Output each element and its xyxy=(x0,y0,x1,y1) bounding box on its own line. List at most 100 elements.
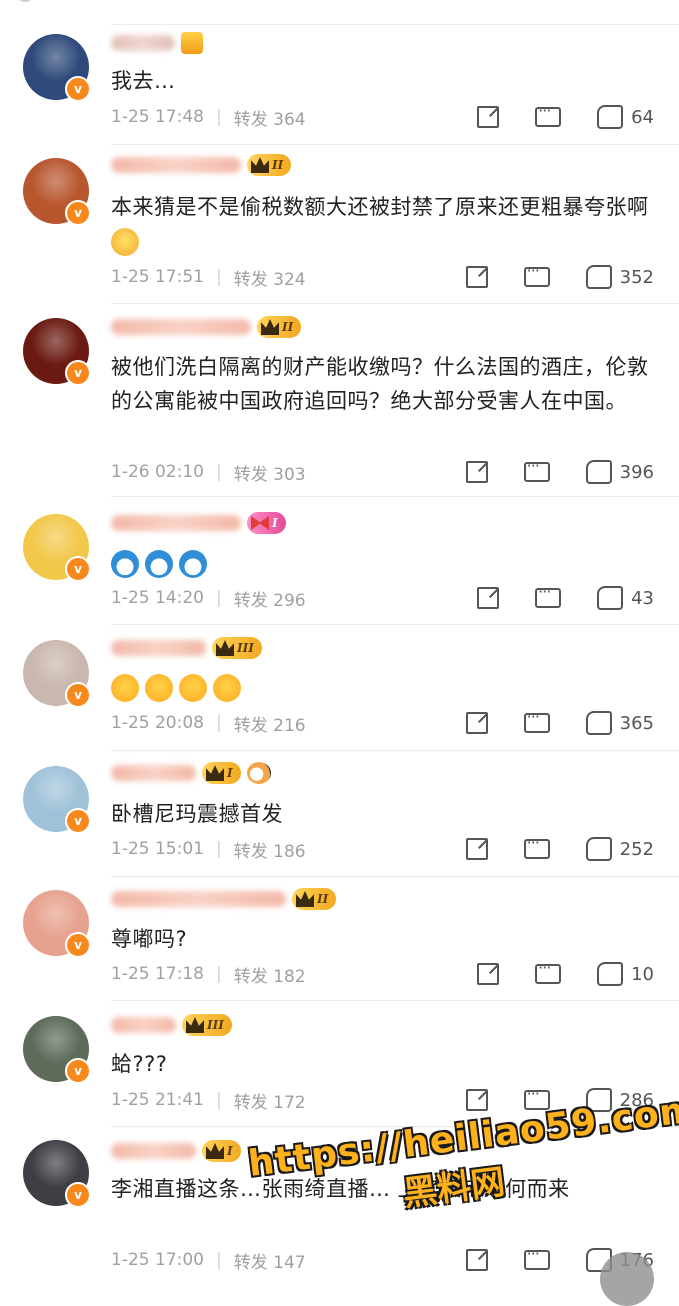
repost-count[interactable]: 转发 296 xyxy=(234,586,306,611)
timestamp: 1-25 17:51 xyxy=(111,267,204,287)
cat-badge-icon xyxy=(246,762,271,784)
action-bar: 64 xyxy=(477,101,654,131)
top-bar xyxy=(0,0,679,22)
like-count: 43 xyxy=(631,587,654,609)
share-icon[interactable] xyxy=(465,1089,488,1111)
vip-level: II xyxy=(272,158,284,172)
username-row[interactable]: II xyxy=(111,150,292,180)
like-icon xyxy=(597,586,624,610)
action-bar: 286 xyxy=(465,1084,654,1114)
username-row[interactable]: II xyxy=(111,312,302,342)
avatar[interactable]: v xyxy=(23,766,91,834)
avatar[interactable]: v xyxy=(23,1016,91,1084)
avatar[interactable]: v xyxy=(23,34,91,102)
repost-count[interactable]: 转发 216 xyxy=(234,711,306,736)
verified-badge-icon: v xyxy=(65,1182,91,1208)
username-row[interactable]: III xyxy=(111,1010,232,1040)
share-icon[interactable] xyxy=(477,963,500,985)
repost-count[interactable]: 转发 364 xyxy=(234,105,306,130)
like-icon xyxy=(597,962,624,986)
comment-icon[interactable] xyxy=(535,958,562,984)
vip-level-badge: III xyxy=(182,1014,232,1036)
like-button[interactable]: 352 xyxy=(585,265,654,289)
share-icon[interactable] xyxy=(465,461,488,483)
crown-icon xyxy=(296,891,314,907)
like-icon xyxy=(597,105,624,129)
repost-count[interactable]: 转发 172 xyxy=(234,1088,306,1113)
comment-text-content: 蛤??? xyxy=(111,1052,168,1076)
comment-icon[interactable] xyxy=(535,101,562,127)
avatar[interactable]: v xyxy=(23,1140,91,1208)
username-row[interactable]: I xyxy=(111,758,271,788)
avatar[interactable]: v xyxy=(23,890,91,958)
repost-count[interactable]: 转发 324 xyxy=(234,265,306,290)
like-button[interactable]: 252 xyxy=(585,837,654,861)
comment-icon[interactable] xyxy=(523,1084,550,1110)
share-icon[interactable] xyxy=(465,838,488,860)
floating-button[interactable] xyxy=(600,1252,654,1306)
username-blurred[interactable] xyxy=(111,319,251,335)
comment-text-content: 尊嘟吗? xyxy=(111,927,188,951)
share-icon[interactable] xyxy=(465,1249,488,1271)
repost-count[interactable]: 转发 147 xyxy=(234,1248,306,1273)
comment-icon[interactable] xyxy=(523,261,550,287)
divider xyxy=(111,496,679,497)
vip-level-badge: II xyxy=(247,154,292,176)
vip-level-badge: II xyxy=(292,888,337,910)
username-blurred[interactable] xyxy=(111,765,196,781)
separator: | xyxy=(215,1250,222,1270)
vip-level: I xyxy=(272,516,278,530)
avatar[interactable]: v xyxy=(23,318,91,386)
username-row[interactable]: II xyxy=(111,884,337,914)
username-blurred[interactable] xyxy=(111,157,241,173)
username-blurred[interactable] xyxy=(111,515,241,531)
share-icon[interactable] xyxy=(465,266,488,288)
comment-meta: 1-25 15:01 | 转发 186 252 xyxy=(111,833,666,863)
like-button[interactable]: 10 xyxy=(597,962,654,986)
vip-level: I xyxy=(227,1144,233,1158)
like-button[interactable]: 396 xyxy=(585,460,654,484)
comment-icon[interactable] xyxy=(535,582,562,608)
comment-icon[interactable] xyxy=(523,833,550,859)
repost-count[interactable]: 转发 182 xyxy=(234,962,306,987)
avatar[interactable]: v xyxy=(23,514,91,582)
verified-badge-icon: v xyxy=(65,556,91,582)
username-row[interactable] xyxy=(111,28,203,58)
share-icon[interactable] xyxy=(477,587,500,609)
like-button[interactable]: 64 xyxy=(597,105,654,129)
comment-icon[interactable] xyxy=(523,1244,550,1270)
username-blurred[interactable] xyxy=(111,1017,176,1033)
username-row[interactable]: III xyxy=(111,633,262,663)
username-blurred[interactable] xyxy=(111,35,175,51)
like-button[interactable]: 43 xyxy=(597,586,654,610)
verified-badge-icon: v xyxy=(65,200,91,226)
divider xyxy=(111,1000,679,1001)
username-row[interactable]: I xyxy=(111,1136,241,1166)
repost-count[interactable]: 转发 186 xyxy=(234,837,306,862)
avatar[interactable]: v xyxy=(23,158,91,226)
avatar[interactable]: v xyxy=(23,640,91,708)
username-blurred[interactable] xyxy=(111,1143,196,1159)
username-blurred[interactable] xyxy=(111,891,286,907)
username-blurred[interactable] xyxy=(111,640,206,656)
like-button[interactable]: 365 xyxy=(585,711,654,735)
share-icon[interactable] xyxy=(465,712,488,734)
separator: | xyxy=(215,462,222,482)
comment-icon[interactable] xyxy=(523,707,550,733)
divider xyxy=(111,624,679,625)
separator: | xyxy=(215,107,222,127)
comment-icon[interactable] xyxy=(523,456,550,482)
like-count: 365 xyxy=(619,712,654,734)
repost-count[interactable]: 转发 303 xyxy=(234,460,306,485)
verified-badge-icon: v xyxy=(65,808,91,834)
timestamp: 1-25 14:20 xyxy=(111,588,204,608)
share-icon[interactable] xyxy=(477,106,500,128)
separator: | xyxy=(215,588,222,608)
crown-icon xyxy=(251,157,269,173)
shocked-emoji-icon xyxy=(111,228,139,256)
like-button[interactable]: 286 xyxy=(585,1088,654,1112)
divider xyxy=(111,1126,679,1127)
yummy-emoji-icon xyxy=(145,674,173,702)
comment-meta: 1-25 17:48 | 转发 364 64 xyxy=(111,101,666,131)
username-row[interactable]: I xyxy=(111,508,286,538)
